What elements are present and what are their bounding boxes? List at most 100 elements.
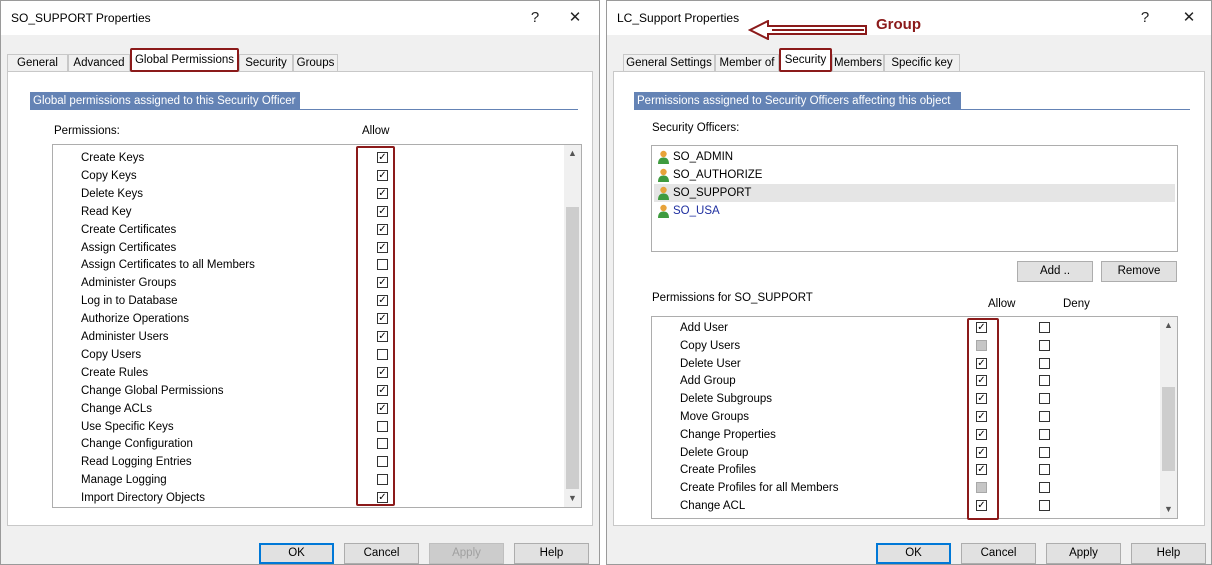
permission-label: Change Global Permissions [81, 384, 224, 397]
tab-global-permissions[interactable]: Global Permissions [130, 48, 239, 72]
left-help-icon[interactable]: ? [518, 6, 552, 30]
right-permissions-list[interactable]: ▲ ▼ Add User ✓ Copy Users Delete User ✓ Add G… [651, 316, 1178, 519]
deny-checkbox[interactable] [1039, 464, 1050, 476]
tab-members[interactable]: Members [832, 54, 884, 71]
left-properties-dialog: SO_SUPPORT Properties ? ✕ General Advanc… [0, 0, 600, 565]
scroll-up-icon[interactable]: ▲ [564, 145, 581, 162]
officer-list-item[interactable]: SO_ADMIN [654, 148, 1175, 166]
tab-security[interactable]: Security [239, 54, 293, 71]
permission-label: Change Configuration [81, 438, 193, 451]
permission-row: Copy Users [53, 346, 558, 364]
permission-label: Import Directory Objects [81, 492, 205, 505]
officer-name: SO_AUTHORIZE [673, 169, 763, 181]
tab-general[interactable]: General [7, 54, 68, 71]
deny-checkbox[interactable] [1039, 322, 1050, 333]
permission-row: Change Global Permissions ✓ [53, 382, 558, 400]
permission-label: Create Keys [81, 152, 145, 164]
permission-label: Create Profiles for all Members [680, 482, 839, 495]
left-apply-button[interactable]: Apply [429, 543, 504, 564]
allow-column-header: Allow [988, 298, 1016, 310]
permission-label: Assign Certificates to all Members [81, 259, 255, 272]
tab-security-active[interactable]: Security [779, 48, 832, 72]
add-officer-button[interactable]: Add .. [1017, 261, 1093, 282]
right-help-icon[interactable]: ? [1128, 6, 1162, 30]
left-permissions-list[interactable]: ▲ ▼ Create Keys ✓ Copy Keys ✓ Delete Keys ✓ Re… [52, 144, 582, 508]
right-close-icon[interactable]: ✕ [1172, 6, 1206, 30]
officer-list-item[interactable]: SO_AUTHORIZE [654, 166, 1175, 184]
permission-row: Move Groups ✓ [652, 408, 1157, 426]
permission-row: Create Rules ✓ [53, 364, 558, 382]
right-allow-highlight-box [967, 318, 999, 520]
right-permissions-scrollbar[interactable]: ▲ ▼ [1160, 317, 1177, 518]
permission-label: Change ACL [680, 500, 746, 512]
remove-officer-button[interactable]: Remove [1101, 261, 1177, 282]
left-cancel-button[interactable]: Cancel [344, 543, 419, 564]
officer-name: SO_ADMIN [673, 151, 734, 163]
left-tab-strip: General Advanced Global Permissions Secu… [7, 48, 593, 72]
permission-label: Delete User [680, 357, 741, 370]
permissions-for-label: Permissions for SO_SUPPORT [652, 292, 813, 304]
user-icon [658, 186, 669, 200]
deny-checkbox[interactable] [1039, 446, 1050, 458]
permission-label: Copy Users [81, 348, 142, 361]
left-ok-button[interactable]: OK [259, 543, 334, 564]
tab-groups[interactable]: Groups [293, 54, 338, 71]
deny-checkbox[interactable] [1039, 411, 1050, 422]
security-officers-list[interactable]: SO_ADMIN SO_AUTHORIZE SO_SUPPORT SO_USA [651, 145, 1178, 252]
tab-label: Groups [296, 57, 335, 69]
deny-checkbox[interactable] [1039, 357, 1050, 369]
permission-row: Create Profiles ✓ [652, 461, 1157, 479]
right-help-button[interactable]: Help [1131, 543, 1206, 564]
deny-checkbox[interactable] [1039, 375, 1050, 387]
deny-checkbox[interactable] [1039, 500, 1050, 511]
tab-advanced[interactable]: Advanced [68, 54, 130, 71]
scroll-up-icon[interactable]: ▲ [1160, 317, 1177, 334]
officer-list-item[interactable]: SO_USA [654, 202, 1175, 220]
scroll-thumb[interactable] [566, 207, 579, 489]
deny-checkbox[interactable] [1039, 339, 1050, 351]
permission-row: Create Certificates ✓ [53, 221, 558, 239]
permission-label: Create Certificates [81, 223, 177, 236]
permission-row: Administer Groups ✓ [53, 274, 558, 292]
permission-row: Copy Users [652, 337, 1157, 355]
permission-row: Change ACLs ✓ [53, 400, 558, 418]
left-close-icon[interactable]: ✕ [558, 6, 592, 30]
permission-label: Add Group [680, 375, 736, 388]
permission-label: Log in to Database [81, 295, 178, 308]
permission-label: Delete Subgroups [680, 393, 773, 406]
right-apply-button[interactable]: Apply [1046, 543, 1121, 564]
tab-specific-key[interactable]: Specific key [884, 54, 960, 71]
officer-list-item[interactable]: SO_SUPPORT [654, 184, 1175, 202]
tab-highlight-box [130, 48, 239, 72]
left-permissions-scrollbar[interactable]: ▲ ▼ [564, 145, 581, 507]
deny-checkbox[interactable] [1039, 428, 1050, 440]
tab-label: Member of [719, 57, 775, 69]
left-tab-panel: Global permissions assigned to this Secu… [7, 71, 593, 526]
tab-member-of[interactable]: Member of [715, 54, 779, 71]
permission-label: Assign Certificates [81, 241, 177, 254]
permission-label: Use Specific Keys [81, 420, 174, 433]
permission-label: Create Profiles [680, 464, 757, 477]
right-section-header: Permissions assigned to Security Officer… [634, 92, 961, 110]
permission-row: Delete Subgroups ✓ [652, 390, 1157, 408]
right-cancel-button[interactable]: Cancel [961, 543, 1036, 564]
permission-row: Change ACL ✓ [652, 497, 1157, 515]
permission-row: Create Profiles for all Members [652, 479, 1157, 497]
user-icon [658, 204, 669, 218]
tab-highlight-box [779, 48, 832, 72]
left-allow-highlight-box [356, 146, 395, 506]
deny-checkbox[interactable] [1039, 393, 1050, 405]
tab-general-settings[interactable]: General Settings [623, 54, 715, 71]
permission-row: Delete User ✓ [652, 355, 1157, 373]
tab-label: Specific key [891, 57, 953, 69]
scroll-down-icon[interactable]: ▼ [564, 490, 581, 507]
left-section-divider [30, 109, 578, 110]
annotation-group-label: Group [876, 16, 921, 33]
right-ok-button[interactable]: OK [876, 543, 951, 564]
deny-checkbox[interactable] [1039, 482, 1050, 494]
allow-column-header: Allow [362, 125, 390, 137]
left-help-button[interactable]: Help [514, 543, 589, 564]
scroll-down-icon[interactable]: ▼ [1160, 501, 1177, 518]
permission-label: Change ACLs [81, 402, 152, 415]
scroll-thumb[interactable] [1162, 387, 1175, 471]
